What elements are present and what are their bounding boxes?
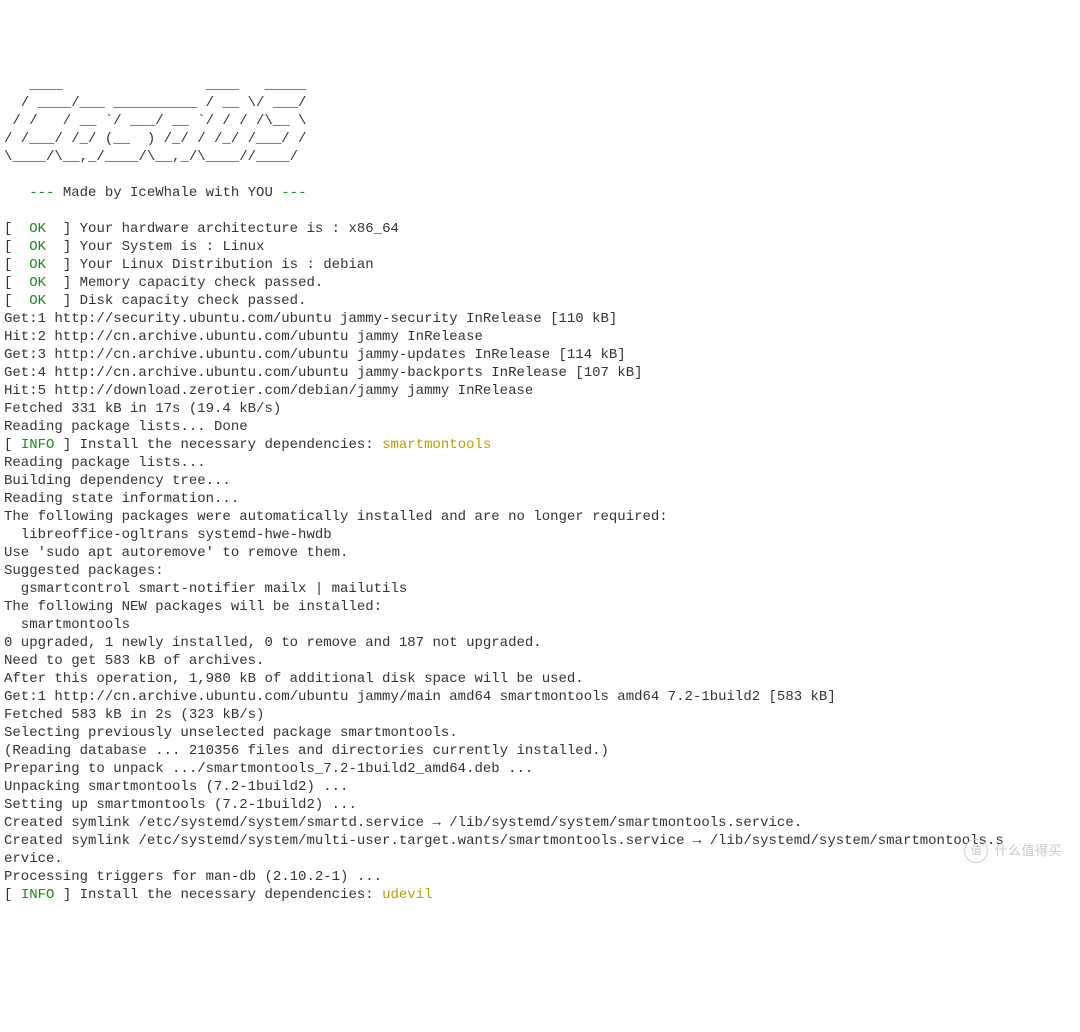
- apt-line: Selecting previously unselected package …: [4, 725, 458, 741]
- apt-line: ervice.: [4, 851, 63, 867]
- check-text: Memory capacity check passed.: [80, 275, 324, 291]
- watermark-badge: 值: [964, 839, 988, 863]
- check-line: [ OK ] Disk capacity check passed.: [4, 293, 306, 309]
- ok-badge: OK: [29, 239, 46, 255]
- info-badge: INFO: [21, 437, 55, 453]
- info-text: Install the necessary dependencies:: [80, 887, 382, 903]
- apt-line: Processing triggers for man-db (2.10.2-1…: [4, 869, 382, 885]
- watermark-text: 什么值得买: [994, 842, 1062, 860]
- apt-line: (Reading database ... 210356 files and d…: [4, 743, 609, 759]
- check-text: Your hardware architecture is : x86_64: [80, 221, 399, 237]
- apt-line: Fetched 583 kB in 2s (323 kB/s): [4, 707, 264, 723]
- apt-line: The following packages were automaticall…: [4, 509, 668, 525]
- apt-line: The following NEW packages will be insta…: [4, 599, 382, 615]
- ok-badge: OK: [29, 257, 46, 273]
- tagline-suffix: ---: [273, 185, 307, 201]
- check-text: Your System is : Linux: [80, 239, 265, 255]
- apt-line: Reading package lists... Done: [4, 419, 248, 435]
- info-text: Install the necessary dependencies:: [80, 437, 382, 453]
- check-text: Your Linux Distribution is : debian: [80, 257, 374, 273]
- apt-line: Get:1 http://cn.archive.ubuntu.com/ubunt…: [4, 689, 836, 705]
- apt-line: Get:1 http://security.ubuntu.com/ubuntu …: [4, 311, 617, 327]
- apt-line: 0 upgraded, 1 newly installed, 0 to remo…: [4, 635, 542, 651]
- apt-line: Hit:5 http://download.zerotier.com/debia…: [4, 383, 533, 399]
- check-line: [ OK ] Your hardware architecture is : x…: [4, 221, 399, 237]
- apt-line: Hit:2 http://cn.archive.ubuntu.com/ubunt…: [4, 329, 483, 345]
- apt-line: Reading state information...: [4, 491, 239, 507]
- ok-badge: OK: [29, 221, 46, 237]
- apt-line: gsmartcontrol smart-notifier mailx | mai…: [4, 581, 407, 597]
- apt-line: Unpacking smartmontools (7.2-1build2) ..…: [4, 779, 348, 795]
- info-line: [ INFO ] Install the necessary dependenc…: [4, 437, 491, 453]
- apt-line: Get:3 http://cn.archive.ubuntu.com/ubunt…: [4, 347, 626, 363]
- package-name: udevil: [382, 887, 432, 903]
- info-line: [ INFO ] Install the necessary dependenc…: [4, 887, 433, 903]
- apt-line: Need to get 583 kB of archives.: [4, 653, 264, 669]
- apt-line: Created symlink /etc/systemd/system/smar…: [4, 815, 802, 831]
- apt-line: Created symlink /etc/systemd/system/mult…: [4, 833, 1004, 849]
- package-name: smartmontools: [382, 437, 491, 453]
- apt-line: smartmontools: [4, 617, 130, 633]
- info-badge: INFO: [21, 887, 55, 903]
- ascii-logo: ____ ____ _____ / ____/___ __________ / …: [4, 77, 306, 165]
- apt-line: Get:4 http://cn.archive.ubuntu.com/ubunt…: [4, 365, 643, 381]
- apt-line: After this operation, 1,980 kB of additi…: [4, 671, 584, 687]
- apt-line: Reading package lists...: [4, 455, 206, 471]
- ok-badge: OK: [29, 275, 46, 291]
- check-line: [ OK ] Your Linux Distribution is : debi…: [4, 257, 374, 273]
- apt-line: libreoffice-ogltrans systemd-hwe-hwdb: [4, 527, 332, 543]
- tagline: Made by IceWhale with YOU: [63, 185, 273, 201]
- apt-line: Fetched 331 kB in 17s (19.4 kB/s): [4, 401, 281, 417]
- apt-line: Setting up smartmontools (7.2-1build2) .…: [4, 797, 357, 813]
- apt-line: Preparing to unpack .../smartmontools_7.…: [4, 761, 533, 777]
- apt-line: Building dependency tree...: [4, 473, 231, 489]
- check-line: [ OK ] Your System is : Linux: [4, 239, 264, 255]
- apt-line: Use 'sudo apt autoremove' to remove them…: [4, 545, 348, 561]
- ok-badge: OK: [29, 293, 46, 309]
- apt-line: Suggested packages:: [4, 563, 164, 579]
- check-line: [ OK ] Memory capacity check passed.: [4, 275, 323, 291]
- check-text: Disk capacity check passed.: [80, 293, 307, 309]
- tagline-prefix: ---: [4, 185, 63, 201]
- watermark: 值 什么值得买: [964, 839, 1062, 863]
